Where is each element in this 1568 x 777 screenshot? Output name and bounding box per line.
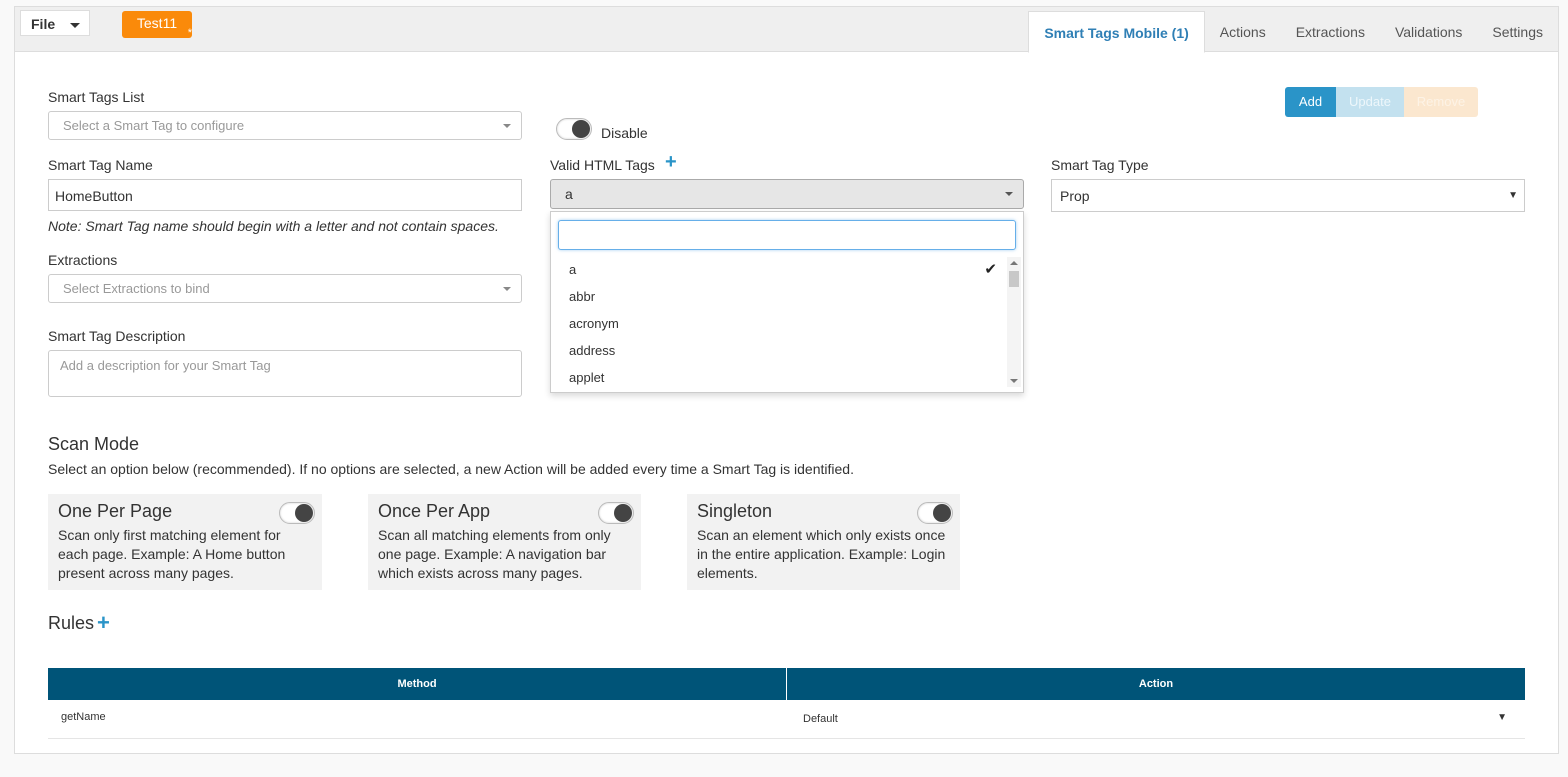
add-html-tag-icon[interactable]: +	[665, 151, 677, 174]
description-label: Smart Tag Description	[48, 328, 186, 344]
add-button[interactable]: Add	[1285, 87, 1336, 117]
tab-settings[interactable]: Settings	[1477, 11, 1558, 52]
singleton-toggle[interactable]	[917, 502, 953, 524]
smart-tag-type-label: Smart Tag Type	[1051, 157, 1149, 173]
smart-tags-list-placeholder: Select a Smart Tag to configure	[63, 118, 245, 133]
scrollbar-thumb[interactable]	[1009, 271, 1019, 287]
column-header-method: Method	[48, 668, 787, 700]
smart-tag-name-note: Note: Smart Tag name should begin with a…	[48, 218, 499, 234]
valid-html-tags-value: a	[565, 186, 573, 202]
file-menu-label: File	[31, 16, 56, 32]
smart-tag-type-select[interactable]: Prop ▼	[1051, 179, 1525, 212]
dropdown-option-a[interactable]: a ✔	[551, 257, 1007, 284]
html-tags-list: a ✔ abbr acronym address applet	[551, 257, 1007, 392]
main-tabs: Smart Tags Mobile (1) Actions Extraction…	[1028, 11, 1558, 53]
description-placeholder: Add a description for your Smart Tag	[60, 358, 271, 373]
toggle-knob	[614, 504, 632, 522]
tab-smart-tags-mobile[interactable]: Smart Tags Mobile (1)	[1028, 11, 1205, 53]
column-header-action: Action	[1138, 678, 1174, 690]
toggle-knob	[295, 504, 313, 522]
scan-option-title: One Per Page	[58, 501, 173, 521]
caret-down-icon	[1005, 192, 1013, 196]
tab-validations[interactable]: Validations	[1380, 11, 1477, 52]
dropdown-option-label: abbr	[569, 289, 596, 304]
scroll-up-icon[interactable]	[1010, 261, 1018, 265]
scroll-down-icon[interactable]	[1010, 379, 1018, 383]
rules-table-header: Method Action	[48, 668, 1525, 700]
checkmark-icon: ✔	[984, 261, 997, 278]
dropdown-option-label: applet	[569, 370, 605, 385]
scan-mode-description: Select an option below (recommended). If…	[48, 461, 854, 477]
dropdown-option-label: acronym	[569, 316, 619, 331]
dropdown-option-acronym[interactable]: acronym	[551, 311, 1007, 338]
table-row: getName Default ▼	[48, 700, 1525, 739]
smart-tags-list-label: Smart Tags List	[48, 89, 145, 105]
action-buttons: Add Update Remove	[1285, 87, 1478, 117]
rules-table: Method Action getName Default ▼	[48, 668, 1525, 739]
remove-button[interactable]: Remove	[1404, 87, 1478, 117]
dropdown-option-label: a	[569, 262, 577, 277]
app-window: File Test11 * Smart Tags Mobile (1) Acti…	[14, 6, 1559, 754]
smart-tag-name-input[interactable]: HomeButton	[48, 179, 522, 211]
html-tags-search-input[interactable]	[558, 220, 1016, 250]
disable-label: Disable	[601, 125, 648, 141]
smart-tags-list-select[interactable]: Select a Smart Tag to configure	[48, 111, 522, 140]
scan-option-once-per-app: Once Per App Scan all matching elements …	[368, 494, 641, 590]
project-tab-label: Test11	[136, 15, 178, 31]
scan-option-title: Singleton	[697, 501, 773, 521]
toggle-knob	[933, 504, 951, 522]
scan-option-title: Once Per App	[378, 501, 491, 521]
rules-title: Rules	[48, 613, 95, 633]
dropdown-option-abbr[interactable]: abbr	[551, 284, 1007, 311]
scan-option-description: Scan all matching elements from only one…	[378, 527, 611, 581]
html-tags-dropdown: a ✔ abbr acronym address applet	[550, 211, 1024, 393]
valid-html-tags-select[interactable]: a	[550, 179, 1024, 209]
extractions-label: Extractions	[48, 252, 118, 268]
tab-extractions[interactable]: Extractions	[1281, 11, 1380, 52]
triangle-down-icon[interactable]: ▼	[1497, 712, 1507, 723]
one-per-page-toggle[interactable]	[279, 502, 315, 524]
scan-option-description: Scan an element which only exists once i…	[697, 527, 946, 581]
smart-tag-type-value: Prop	[1060, 188, 1090, 204]
scan-option-one-per-page: One Per Page Scan only first matching el…	[48, 494, 322, 590]
rule-action-select[interactable]: Default	[803, 713, 838, 725]
extractions-placeholder: Select Extractions to bind	[63, 281, 210, 296]
triangle-down-icon: ▼	[1508, 190, 1518, 201]
update-button[interactable]: Update	[1336, 87, 1404, 117]
extractions-select[interactable]: Select Extractions to bind	[48, 274, 522, 303]
smart-tag-name-label: Smart Tag Name	[48, 157, 153, 173]
top-bar: File Test11 * Smart Tags Mobile (1) Acti…	[15, 7, 1558, 53]
disable-toggle[interactable]	[556, 118, 592, 140]
dropdown-option-label: address	[569, 343, 616, 358]
scan-option-singleton: Singleton Scan an element which only exi…	[687, 494, 960, 590]
add-rule-icon[interactable]: +	[97, 610, 110, 636]
caret-down-icon	[70, 23, 80, 28]
dropdown-scrollbar[interactable]	[1007, 257, 1021, 387]
modified-indicator: *	[187, 27, 192, 39]
description-textarea[interactable]: Add a description for your Smart Tag	[48, 350, 522, 397]
dropdown-option-address[interactable]: address	[551, 338, 1007, 365]
rule-method: getName	[61, 711, 106, 723]
scan-option-description: Scan only first matching element for eac…	[58, 527, 286, 581]
toggle-knob	[572, 120, 590, 138]
file-menu-button[interactable]: File	[20, 10, 90, 36]
project-tab[interactable]: Test11 *	[122, 11, 192, 39]
caret-down-icon	[503, 124, 511, 128]
scan-mode-title: Scan Mode	[48, 434, 140, 454]
dropdown-option-applet[interactable]: applet	[551, 365, 1007, 392]
once-per-app-toggle[interactable]	[598, 502, 634, 524]
caret-down-icon	[503, 287, 511, 291]
tab-actions[interactable]: Actions	[1205, 11, 1281, 52]
valid-html-tags-label: Valid HTML Tags	[550, 157, 655, 173]
